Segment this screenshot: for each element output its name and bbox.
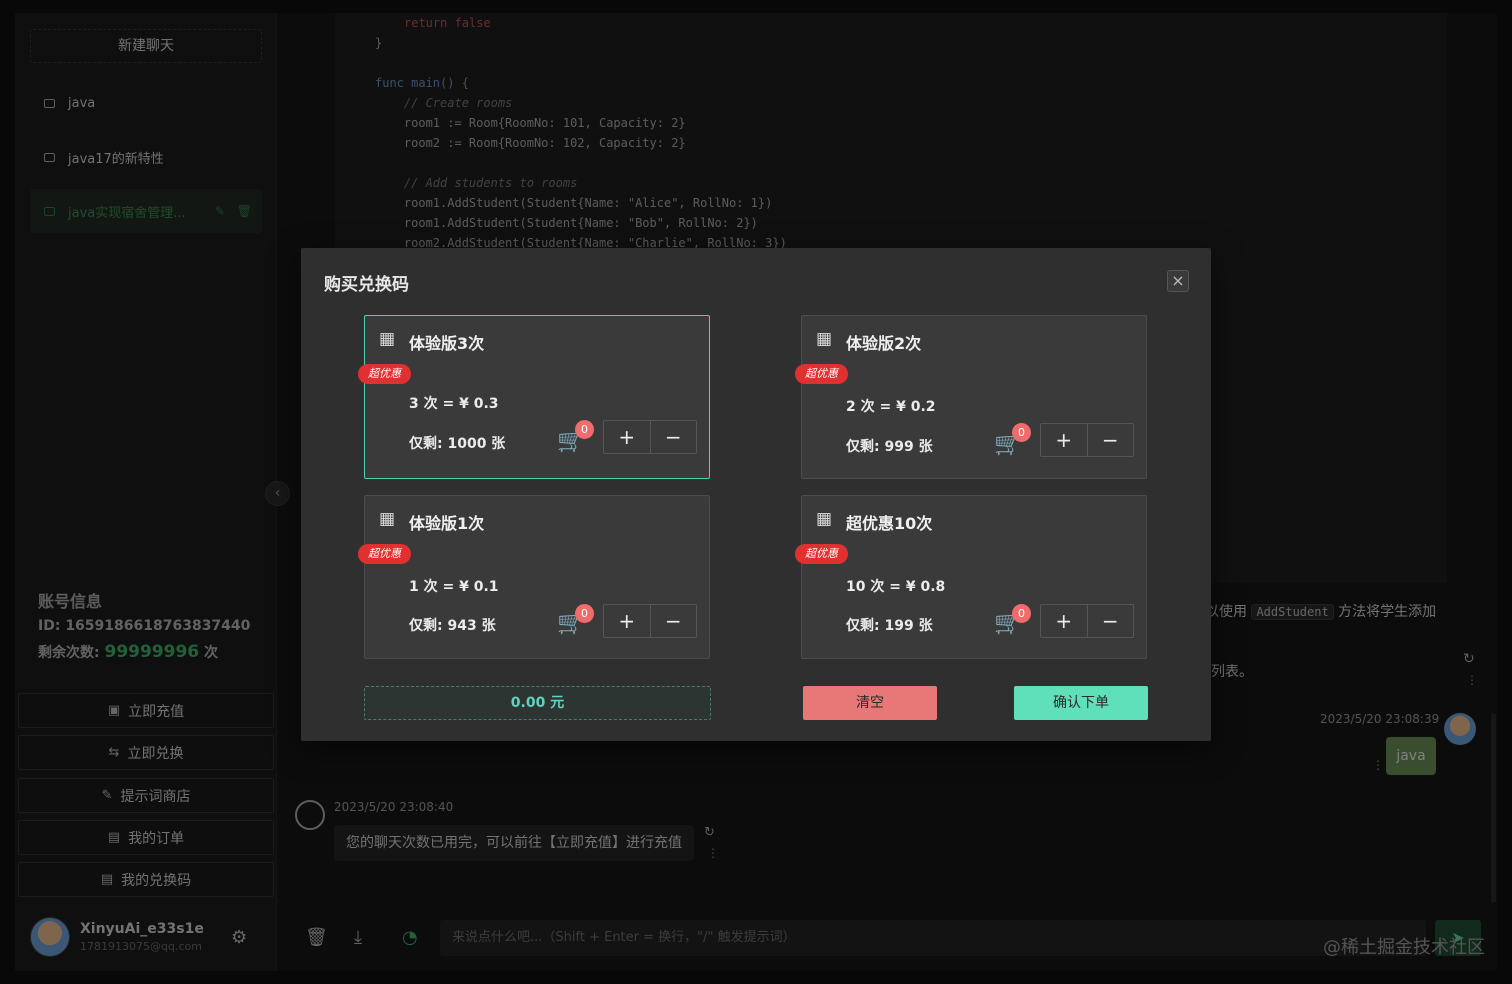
product-stock: 仅剩: 943 张 (409, 618, 496, 634)
quantity-stepper: + − (603, 604, 697, 638)
discount-badge: 超优惠 (358, 544, 411, 564)
plus-button[interactable]: + (1041, 424, 1088, 456)
close-icon[interactable]: × (1167, 270, 1189, 292)
product-price: 2 次 = ¥ 0.2 (846, 399, 936, 415)
discount-badge: 超优惠 (795, 364, 848, 384)
product-stock: 仅剩: 1000 张 (409, 436, 506, 452)
product-price: 10 次 = ¥ 0.8 (846, 579, 946, 595)
cart-count-badge: 0 (575, 420, 594, 439)
ticket-icon: ▦ (816, 329, 833, 349)
purchase-code-modal: 购买兑换码 × ▦ 体验版3次 超优惠 3 次 = ¥ 0.3 仅剩: 1000… (301, 248, 1211, 741)
product-name: 体验版1次 (409, 514, 485, 533)
product-name: 体验版2次 (846, 334, 922, 353)
quantity-stepper: + − (603, 420, 697, 454)
discount-badge: 超优惠 (795, 544, 848, 564)
ticket-icon: ▦ (379, 509, 396, 529)
product-price: 3 次 = ¥ 0.3 (409, 396, 499, 412)
confirm-order-button[interactable]: 确认下单 (1014, 686, 1148, 720)
product-card-trial3[interactable]: ▦ 体验版3次 超优惠 3 次 = ¥ 0.3 仅剩: 1000 张 🛒 0 +… (358, 315, 710, 479)
ticket-icon: ▦ (379, 329, 396, 349)
quantity-stepper: + − (1040, 423, 1134, 457)
minus-button[interactable]: − (651, 421, 697, 453)
minus-button[interactable]: − (1088, 605, 1134, 637)
ticket-icon: ▦ (816, 509, 833, 529)
modal-title: 购买兑换码 (324, 275, 409, 295)
plus-button[interactable]: + (1041, 605, 1088, 637)
minus-button[interactable]: − (651, 605, 697, 637)
cart-count-badge: 0 (1012, 423, 1031, 442)
plus-button[interactable]: + (604, 605, 651, 637)
clear-button[interactable]: 清空 (803, 686, 937, 720)
product-name: 超优惠10次 (846, 514, 933, 533)
product-price: 1 次 = ¥ 0.1 (409, 579, 499, 595)
product-card-trial1[interactable]: ▦ 体验版1次 超优惠 1 次 = ¥ 0.1 仅剩: 943 张 🛒 0 + … (358, 495, 710, 659)
product-card-trial2[interactable]: ▦ 体验版2次 超优惠 2 次 = ¥ 0.2 仅剩: 999 张 🛒 0 + … (795, 315, 1147, 479)
discount-badge: 超优惠 (358, 364, 411, 384)
cart-count-badge: 0 (1012, 604, 1031, 623)
plus-button[interactable]: + (604, 421, 651, 453)
product-stock: 仅剩: 199 张 (846, 618, 933, 634)
product-name: 体验版3次 (409, 334, 485, 353)
product-stock: 仅剩: 999 张 (846, 439, 933, 455)
cart-count-badge: 0 (575, 604, 594, 623)
quantity-stepper: + − (1040, 604, 1134, 638)
product-card-super10[interactable]: ▦ 超优惠10次 超优惠 10 次 = ¥ 0.8 仅剩: 199 张 🛒 0 … (795, 495, 1147, 659)
order-total: 0.00 元 (364, 686, 711, 720)
minus-button[interactable]: − (1088, 424, 1134, 456)
